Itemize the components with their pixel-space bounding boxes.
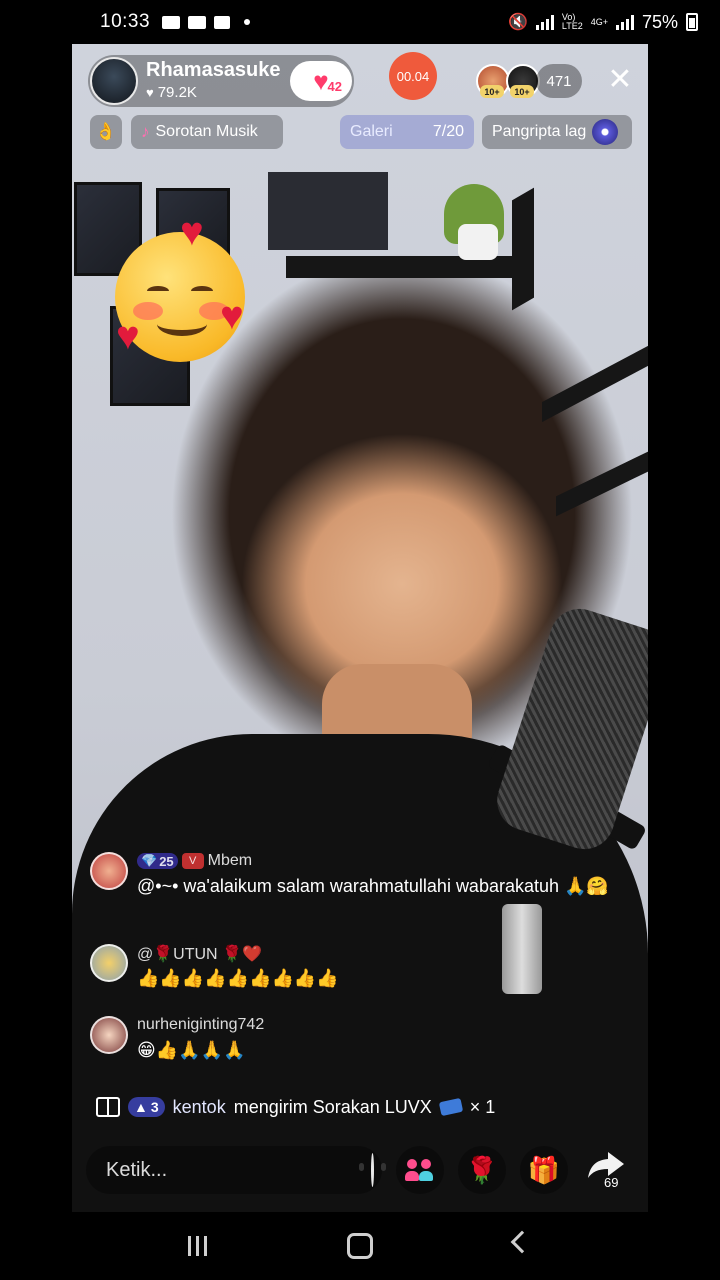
comment-header: nurheniginting742 xyxy=(137,1016,264,1034)
comment-text: 👍👍👍👍👍👍👍👍👍 xyxy=(137,968,339,988)
close-icon[interactable]: ✕ xyxy=(604,64,636,96)
level-number: 25 xyxy=(159,853,174,869)
ticket-icon xyxy=(438,1097,464,1117)
guests-icon xyxy=(405,1157,435,1183)
commenter-name[interactable]: @🌹UTUN 🌹❤️ xyxy=(137,944,262,964)
rank-badge-icon: V xyxy=(181,853,204,869)
gift-box-icon: 🎁 xyxy=(527,1154,561,1185)
gift-sender-level: ▲ 3 xyxy=(128,1097,165,1117)
gallery-count: 7/20 xyxy=(432,123,464,140)
comment-header: @🌹UTUN 🌹❤️ xyxy=(137,944,262,964)
emoji-icon[interactable] xyxy=(359,1153,386,1187)
commenter-avatar[interactable] xyxy=(90,1016,128,1054)
capcut-notification-icon xyxy=(214,15,231,29)
music-note-icon: ♪ xyxy=(141,122,150,141)
mute-icon: 🔇 xyxy=(507,14,528,31)
comment-text: 😁👍🙏🙏🙏 xyxy=(137,1040,246,1060)
share-count: 69 xyxy=(604,1175,619,1190)
guests-button[interactable] xyxy=(396,1146,444,1194)
host-avatar[interactable] xyxy=(90,57,138,105)
gift-text: mengirim Sorakan LUVX xyxy=(233,1096,432,1117)
live-video[interactable] xyxy=(72,44,648,1212)
network-lte-label: LTE2 xyxy=(561,21,583,31)
rose-icon: 🌹 xyxy=(465,1154,499,1185)
sticker-eye-right xyxy=(191,286,213,296)
sticker-heart-icon: ♥ xyxy=(220,294,244,338)
gift-multiplier: × 1 xyxy=(469,1096,496,1117)
gift-button[interactable]: 🎁 xyxy=(520,1146,568,1194)
battery-icon xyxy=(686,13,698,31)
wall-shelf-5 xyxy=(556,451,648,517)
level-badge: 💎 25 xyxy=(137,853,178,869)
gallery-chip[interactable]: Galeri 7/20 xyxy=(340,115,474,149)
gallery-label: Galeri xyxy=(350,123,393,140)
host-likes-count: 79.2K xyxy=(157,84,197,101)
comment-text: @•~• wa'alaikum salam warahmatullahi wab… xyxy=(137,876,609,896)
host-name[interactable]: Rhamasasuke xyxy=(146,59,281,82)
music-highlight-chip[interactable]: ♪ Sorotan Musik xyxy=(131,115,283,149)
rose-button[interactable]: 🌹 xyxy=(458,1146,506,1194)
more-notifications-icon xyxy=(244,19,251,25)
top-viewer-badge-2: 10+ xyxy=(510,85,534,98)
music-highlight-label: Sorotan Musik xyxy=(155,123,258,140)
comment-input-pill[interactable] xyxy=(86,1146,386,1194)
gift-icon[interactable] xyxy=(96,1097,120,1117)
top-viewer-badge-1: 10+ xyxy=(480,85,504,98)
video-notification-icon xyxy=(162,15,181,29)
wall-shelf-4 xyxy=(542,345,648,423)
plant-pot xyxy=(458,224,498,260)
songwriter-chip[interactable]: Pangripta lag xyxy=(482,115,632,149)
signal-icon xyxy=(535,14,554,30)
commenter-avatar[interactable] xyxy=(90,852,128,890)
gift-sender-name[interactable]: kentok xyxy=(173,1097,226,1118)
comment-input[interactable] xyxy=(106,1158,371,1182)
songwriter-label: Pangripta lag xyxy=(492,123,587,140)
recent-apps-button[interactable] xyxy=(188,1236,207,1256)
gift-notice: ▲ 3 kentok mengirim Sorakan LUVX × 1 xyxy=(96,1093,495,1121)
network-label-1: Vo) LTE2 xyxy=(562,13,583,31)
commenter-name[interactable]: nurheniginting742 xyxy=(137,1016,264,1034)
wall-shelf-2 xyxy=(268,172,388,250)
host-likes: ♥ 79.2K xyxy=(146,84,197,101)
status-time: 10:33 xyxy=(100,11,151,32)
sticker-heart-icon: ♥ xyxy=(180,210,204,254)
home-button[interactable] xyxy=(347,1233,373,1259)
comment-header: 💎 25 V Mbem xyxy=(137,852,252,870)
network-4g-label: 4G+ xyxy=(590,17,608,27)
commenter-name[interactable]: Mbem xyxy=(208,852,252,870)
hand-icon: 👌 xyxy=(95,122,117,141)
wall-shelf-3 xyxy=(512,187,534,311)
battery-percent: 75% xyxy=(641,11,678,32)
sticker-eye-left xyxy=(147,286,169,296)
sticker-heart-icon: ♥ xyxy=(116,314,140,358)
viewer-count[interactable]: 471 xyxy=(536,64,582,98)
follow-button[interactable]: ♥ 42 xyxy=(290,61,352,101)
hand-wave-chip[interactable]: 👌 xyxy=(90,115,122,149)
camera-notification-icon xyxy=(188,15,207,29)
music-disc-icon xyxy=(592,119,619,145)
gift-level-number: 3 xyxy=(150,1099,159,1115)
status-notification-icons xyxy=(162,15,251,29)
status-right: 🔇 Vo) LTE2 4G+ 75% xyxy=(508,12,698,33)
countdown-timer[interactable]: 00.04 xyxy=(389,52,437,100)
sticker-mouth xyxy=(157,312,207,336)
commenter-avatar[interactable] xyxy=(90,944,128,982)
signal-2-icon xyxy=(615,14,634,30)
follow-count: 42 xyxy=(327,79,342,94)
heart-icon: ♥ xyxy=(313,66,329,96)
status-bar: 10:33 🔇 Vo) LTE2 4G+ 75% xyxy=(0,0,720,44)
heart-icon: ♥ xyxy=(146,85,154,100)
